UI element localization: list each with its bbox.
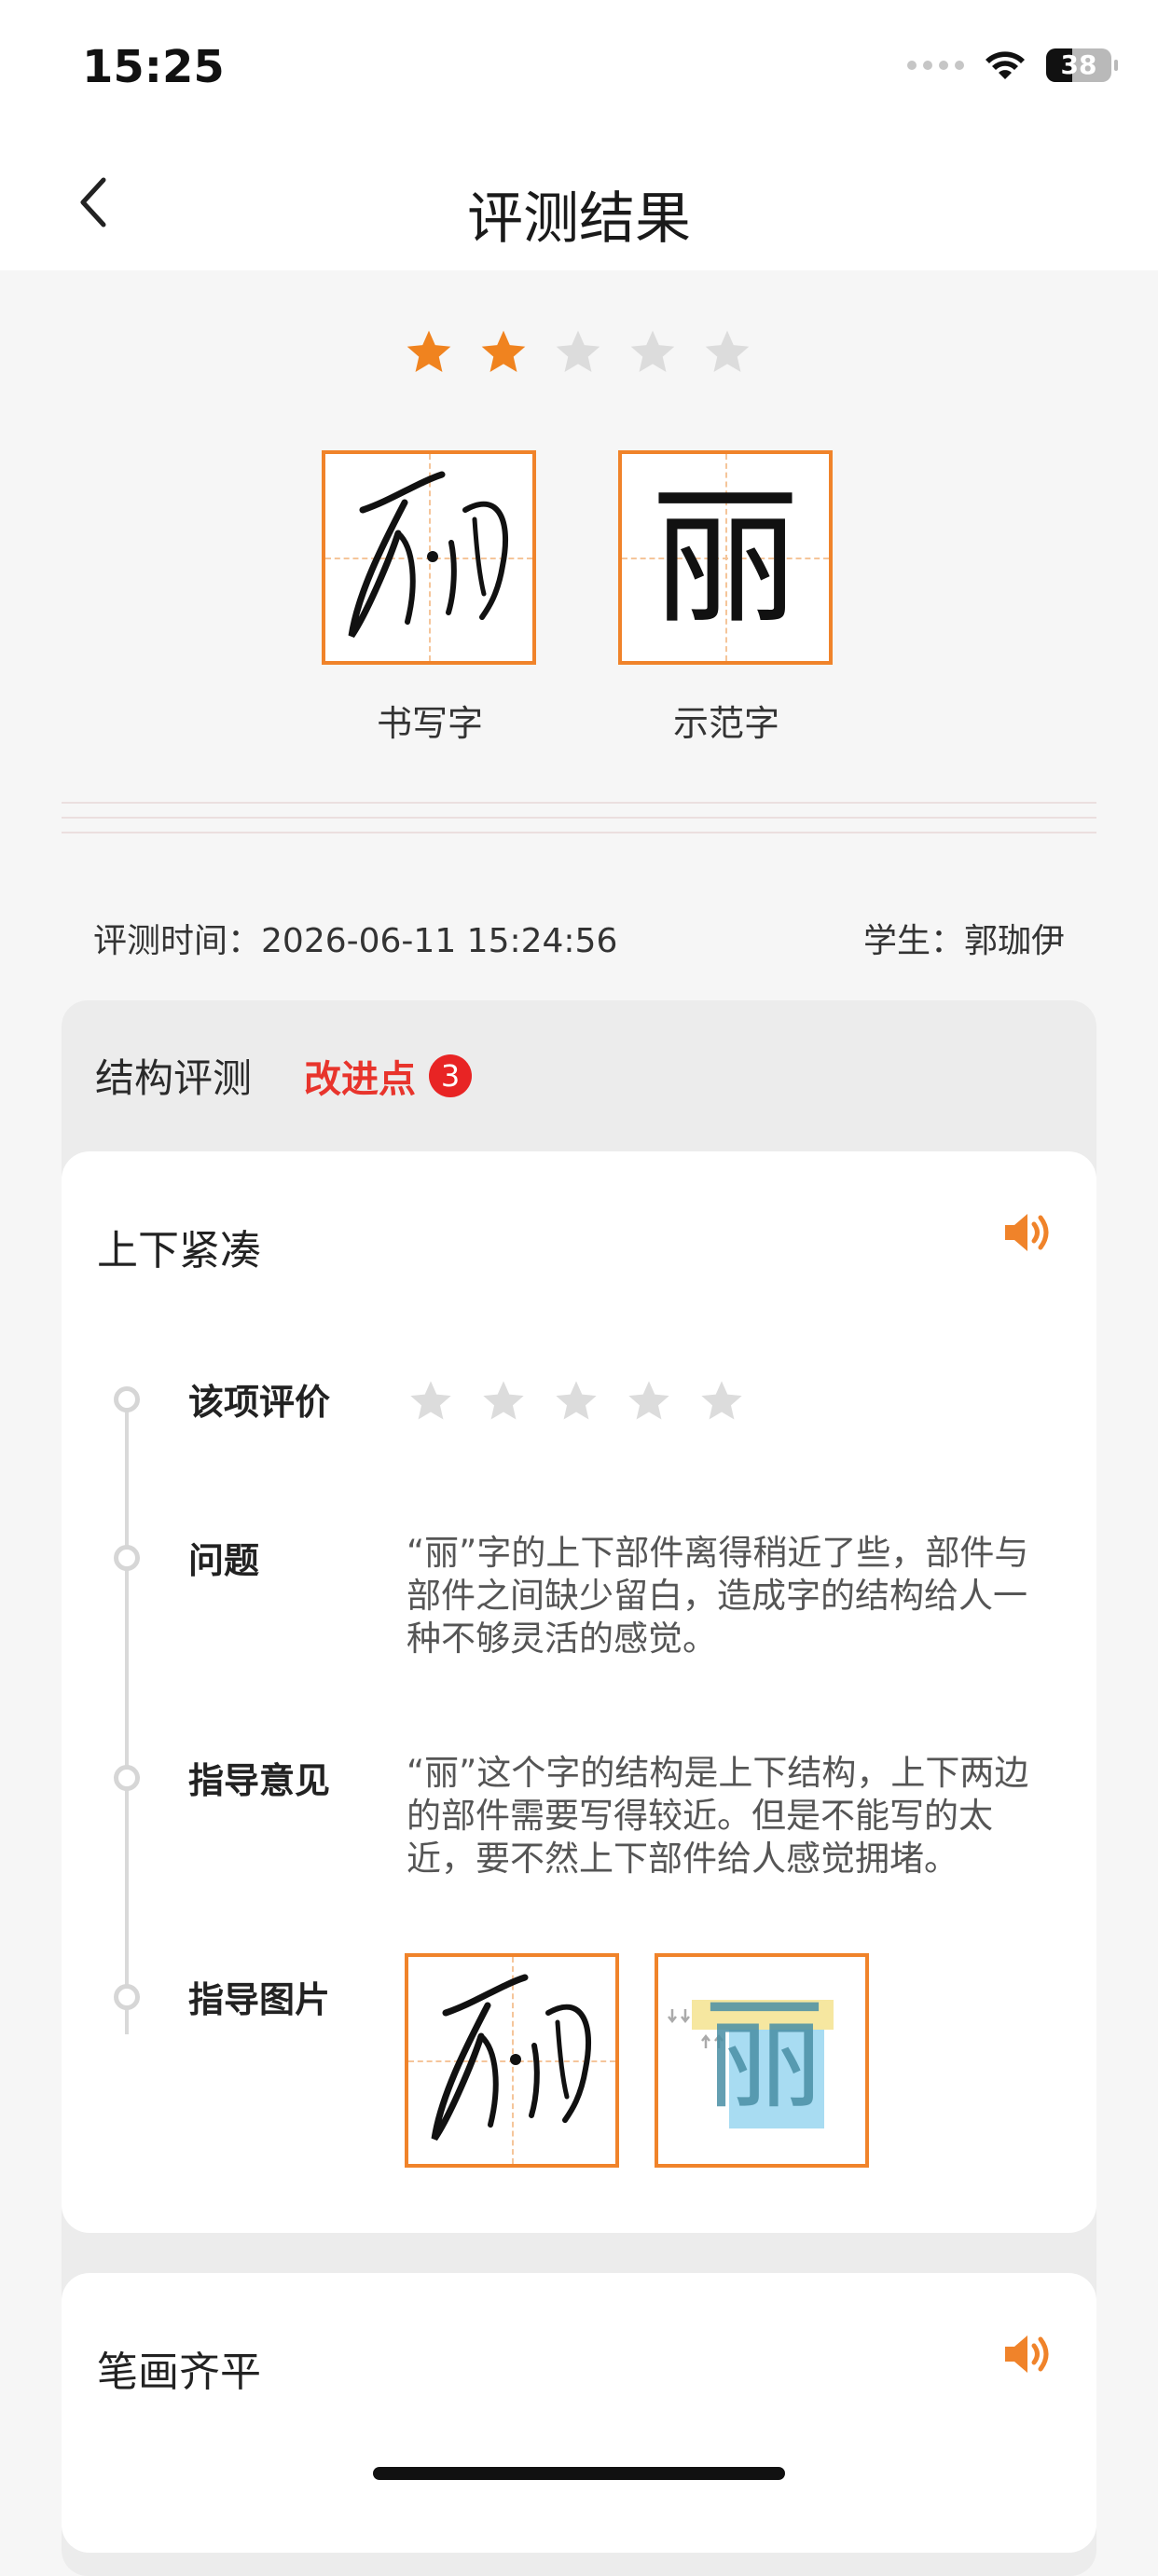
star-icon — [705, 330, 750, 372]
star-icon — [628, 1381, 669, 1420]
model-char-image[interactable]: 丽 — [618, 450, 833, 665]
student-label: 学生： — [862, 922, 964, 960]
section-title: 结构评测 — [95, 1055, 253, 1101]
star-icon — [483, 1381, 524, 1420]
problem-text: “丽”字的上下部件离得稍近了些，部件与部件之间缺少留白，造成字的结构给人一种不够… — [407, 1533, 1029, 1659]
guide-image-handwritten[interactable] — [405, 1953, 619, 2168]
handwritten-char-label: 书写字 — [376, 703, 483, 744]
card-title: 笔画齐平 — [97, 2349, 261, 2396]
result-content: 书写字 丽 示范字 评测时间：2026-06-11 15:24:56 学生：郭珈… — [0, 270, 1158, 2576]
divider — [62, 802, 1096, 847]
signal-icon — [907, 61, 964, 70]
model-char-glyph: 丽 — [650, 470, 800, 644]
home-indicator — [373, 2467, 785, 2480]
timeline-dot — [114, 1765, 140, 1791]
advice-label: 指导意见 — [188, 1760, 331, 1801]
wifi-icon — [986, 51, 1025, 79]
handwriting-strokes — [431, 1974, 591, 2141]
star-icon — [630, 330, 675, 372]
student-info: 学生：郭珈伊 — [863, 914, 1065, 962]
handwriting-strokes — [348, 471, 508, 638]
item-rating — [407, 1377, 746, 1426]
timeline-dot — [114, 1545, 140, 1571]
star-icon — [410, 1381, 451, 1420]
student-name: 郭珈伊 — [963, 922, 1065, 960]
speaker-icon — [1005, 1214, 1049, 1251]
speaker-icon — [1005, 2335, 1049, 2373]
timeline-dot — [114, 1984, 140, 2010]
timeline-line — [125, 1398, 129, 2034]
guide-image-label: 指导图片 — [188, 1979, 331, 2020]
guide-image-example[interactable]: 丽 — [655, 1953, 869, 2168]
guide-char-glyph: 丽 — [703, 1984, 825, 2126]
advice-text: “丽”这个字的结构是上下结构，上下两边的部件需要写得较近。但是不能写的太近，要不… — [407, 1753, 1029, 1879]
status-bar: 15:25 38 — [0, 0, 1158, 140]
problem-label: 问题 — [188, 1540, 260, 1581]
evaluation-card: 上下紧凑 该项评价 问题 “丽”字的上下部件离得稍近了些，部件与部件之间缺少留白… — [62, 1151, 1096, 2233]
star-icon — [556, 330, 600, 372]
battery-icon: 38 — [1046, 48, 1118, 82]
star-icon — [701, 1381, 742, 1420]
improve-count-badge: 3 — [429, 1054, 473, 1097]
speaker-button[interactable] — [1001, 1209, 1054, 1260]
eval-time: 评测时间：2026-06-11 15:24:56 — [93, 914, 617, 962]
evaluation-card: 笔画齐平 — [62, 2273, 1096, 2553]
battery-level: 38 — [1060, 49, 1097, 80]
star-icon — [407, 330, 451, 372]
nav-bar: 评测结果 — [0, 140, 1158, 270]
page-title: 评测结果 — [467, 186, 691, 252]
model-char-label: 示范字 — [672, 703, 779, 744]
handwritten-char-image[interactable] — [322, 450, 536, 665]
star-icon — [556, 1381, 597, 1420]
speaker-button[interactable] — [1001, 2331, 1054, 2381]
improve-label[interactable]: 改进点 — [304, 1049, 416, 1103]
timeline-dot — [114, 1386, 140, 1412]
star-icon — [481, 330, 526, 372]
status-time: 15:25 — [82, 41, 225, 93]
status-icons: 38 — [907, 48, 1118, 82]
card-title: 上下紧凑 — [97, 1227, 261, 1274]
overall-rating — [403, 326, 753, 379]
eval-time-value: 2026-06-11 15:24:56 — [261, 922, 618, 960]
rating-label: 该项评价 — [188, 1382, 331, 1423]
eval-time-label: 评测时间： — [93, 922, 262, 960]
structure-section-header: 结构评测 改进点 3 — [95, 1047, 473, 1104]
